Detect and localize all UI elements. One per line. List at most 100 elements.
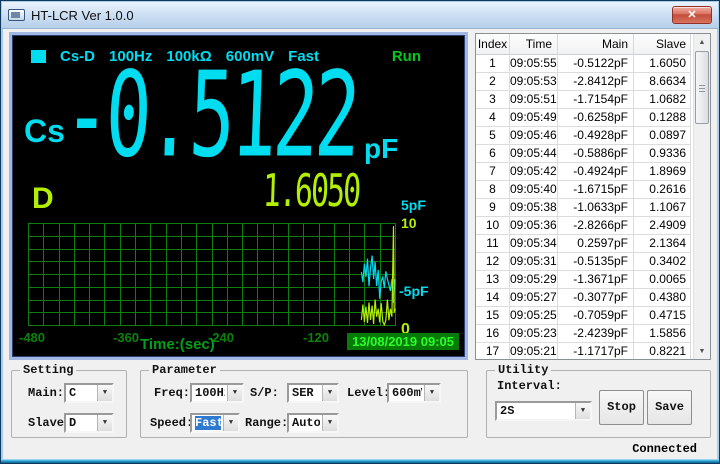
- table-cell-main: -2.8266pF: [558, 217, 634, 235]
- parameter-group: Parameter Freq: 100Hz ▼ S/P: SER ▼ Level…: [140, 370, 468, 438]
- table-cell-main: 0.2597pF: [558, 235, 634, 253]
- chevron-down-icon[interactable]: ▼: [97, 385, 112, 401]
- interval-select[interactable]: 2S ▼: [495, 401, 592, 421]
- speed-select-value: Fast: [195, 416, 221, 430]
- table-cell-index: 1: [476, 55, 510, 73]
- table-cell-time: 09:05:46: [510, 127, 558, 145]
- scroll-up-icon[interactable]: ▲: [694, 34, 710, 50]
- y-axis-slave-top-label: 10: [401, 215, 417, 231]
- table-cell-time: 09:05:23: [510, 325, 558, 343]
- table-row[interactable]: 209:05:53-2.8412pF8.6634: [476, 73, 693, 91]
- table-cell-slave: 0.4715: [634, 307, 691, 325]
- table-cell-main: -1.0633pF: [558, 199, 634, 217]
- table-row[interactable]: 1209:05:31-0.5135pF0.3402: [476, 253, 693, 271]
- table-cell-slave: 0.2616: [634, 181, 691, 199]
- x-tick: -360: [113, 330, 139, 345]
- chevron-down-icon[interactable]: ▼: [322, 385, 337, 401]
- table-cell-index: 10: [476, 217, 510, 235]
- table-cell-index: 17: [476, 343, 510, 359]
- table-row[interactable]: 409:05:49-0.6258pF0.1288: [476, 109, 693, 127]
- table-scrollbar[interactable]: ▲ ▼: [693, 34, 710, 359]
- table-cell-time: 09:05:25: [510, 307, 558, 325]
- y-axis-main-top-label: 5pF: [401, 197, 426, 213]
- table-row[interactable]: 1009:05:36-2.8266pF2.4909: [476, 217, 693, 235]
- table-cell-index: 9: [476, 199, 510, 217]
- setting-group-title: Setting: [20, 363, 76, 377]
- app-icon: [8, 9, 25, 21]
- table-row[interactable]: 1109:05:340.2597pF2.1364: [476, 235, 693, 253]
- table-cell-slave: 0.9336: [634, 145, 691, 163]
- table-cell-main: -0.5122pF: [558, 55, 634, 73]
- table-cell-main: -2.4239pF: [558, 325, 634, 343]
- column-header-slave[interactable]: Slave: [634, 34, 691, 55]
- table-header-row: Index Time Main Slave: [476, 34, 710, 55]
- freq-select[interactable]: 100Hz ▼: [190, 383, 244, 403]
- table-cell-index: 12: [476, 253, 510, 271]
- table-body: 109:05:55-0.5122pF1.6050209:05:53-2.8412…: [476, 55, 693, 359]
- table-cell-time: 09:05:29: [510, 271, 558, 289]
- measure-indicator-icon: [31, 50, 46, 63]
- connection-status: Connected: [632, 442, 697, 456]
- stop-button[interactable]: Stop: [599, 390, 644, 425]
- table-cell-slave: 1.8969: [634, 163, 691, 181]
- table-row[interactable]: 1509:05:25-0.7059pF0.4715: [476, 307, 693, 325]
- slave-select[interactable]: D ▼: [64, 413, 114, 433]
- main-select[interactable]: C ▼: [64, 383, 114, 403]
- chevron-down-icon[interactable]: ▼: [223, 415, 238, 431]
- speed-select[interactable]: Fast ▼: [190, 413, 240, 433]
- column-header-index[interactable]: Index: [476, 34, 510, 55]
- table-row[interactable]: 809:05:40-1.6715pF0.2616: [476, 181, 693, 199]
- run-state: Run: [392, 48, 421, 65]
- chevron-down-icon[interactable]: ▼: [322, 415, 337, 431]
- table-row[interactable]: 1409:05:27-0.3077pF0.4380: [476, 289, 693, 307]
- table-cell-index: 3: [476, 91, 510, 109]
- x-tick: -480: [19, 330, 45, 345]
- table-row[interactable]: 609:05:44-0.5886pF0.9336: [476, 145, 693, 163]
- app-window: HT-LCR Ver 1.0.0 ✕ Cs-D 100Hz 100kΩ 600m…: [0, 0, 720, 464]
- table-cell-index: 7: [476, 163, 510, 181]
- range-select[interactable]: Auto ▼: [287, 413, 339, 433]
- scrollbar-grip-icon: [699, 85, 705, 92]
- table-row[interactable]: 1309:05:29-1.3671pF0.0065: [476, 271, 693, 289]
- table-cell-slave: 0.0897: [634, 127, 691, 145]
- scroll-down-icon[interactable]: ▼: [694, 343, 710, 359]
- level-select[interactable]: 600mV ▼: [387, 383, 441, 403]
- column-header-main[interactable]: Main: [558, 34, 634, 55]
- table-cell-index: 8: [476, 181, 510, 199]
- x-axis-label: Time:(sec): [140, 336, 215, 353]
- table-row[interactable]: 1709:05:21-1.1717pF0.8221: [476, 343, 693, 359]
- table-row[interactable]: 109:05:55-0.5122pF1.6050: [476, 55, 693, 73]
- table-cell-index: 11: [476, 235, 510, 253]
- table-cell-slave: 8.6634: [634, 73, 691, 91]
- scrollbar-thumb[interactable]: [695, 51, 709, 124]
- table-row[interactable]: 509:05:46-0.4928pF0.0897: [476, 127, 693, 145]
- table-cell-main: -0.3077pF: [558, 289, 634, 307]
- table-cell-main: -0.5886pF: [558, 145, 634, 163]
- parameter-group-title: Parameter: [149, 363, 220, 377]
- table-cell-slave: 2.1364: [634, 235, 691, 253]
- sp-select[interactable]: SER ▼: [287, 383, 339, 403]
- table-row[interactable]: 709:05:42-0.4924pF1.8969: [476, 163, 693, 181]
- table-cell-main: -1.6715pF: [558, 181, 634, 199]
- chevron-down-icon[interactable]: ▼: [97, 415, 112, 431]
- x-tick: -120: [303, 330, 329, 345]
- table-row[interactable]: 309:05:51-1.7154pF1.0682: [476, 91, 693, 109]
- close-button[interactable]: ✕: [672, 6, 712, 24]
- table-cell-slave: 0.1288: [634, 109, 691, 127]
- title-bar[interactable]: HT-LCR Ver 1.0.0 ✕: [2, 2, 718, 29]
- column-header-time[interactable]: Time: [510, 34, 558, 55]
- table-cell-time: 09:05:51: [510, 91, 558, 109]
- utility-group: Utility Interval: 2S ▼ Stop Save: [486, 370, 711, 438]
- chevron-down-icon[interactable]: ▼: [575, 403, 590, 419]
- sp-select-value: SER: [292, 386, 320, 400]
- table-cell-index: 15: [476, 307, 510, 325]
- table-cell-slave: 2.4909: [634, 217, 691, 235]
- table-cell-slave: 0.0065: [634, 271, 691, 289]
- table-row[interactable]: 1609:05:23-2.4239pF1.5856: [476, 325, 693, 343]
- chevron-down-icon[interactable]: ▼: [227, 385, 242, 401]
- table-row[interactable]: 909:05:38-1.0633pF1.1067: [476, 199, 693, 217]
- save-button[interactable]: Save: [647, 390, 692, 425]
- table-cell-time: 09:05:27: [510, 289, 558, 307]
- window-title: HT-LCR Ver 1.0.0: [31, 8, 134, 23]
- chevron-down-icon[interactable]: ▼: [424, 385, 439, 401]
